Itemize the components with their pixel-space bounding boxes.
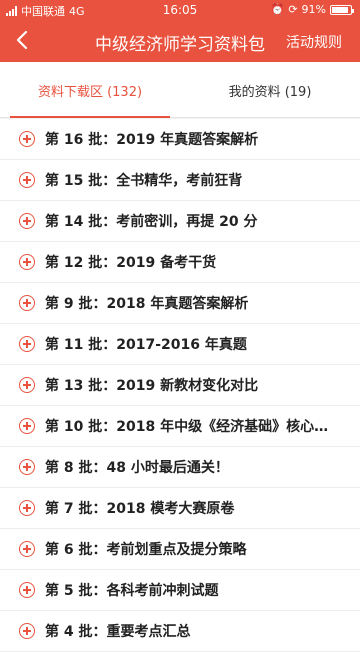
list-item-label: 第 13 批：2019 新教材变化对比 (45, 378, 259, 394)
add-circle-icon[interactable] (19, 459, 35, 475)
battery-fill (332, 6, 348, 13)
add-circle-icon[interactable] (19, 213, 35, 229)
list-item-label: 第 9 批：2018 年真题答案解析 (45, 296, 249, 312)
list-item-label: 第 11 批：2017-2016 年真题 (45, 337, 247, 353)
list-item[interactable]: 第 9 批：2018 年真题答案解析 (0, 283, 360, 324)
list-item[interactable]: 第 12 批：2019 备考干货 (0, 242, 360, 283)
list-item[interactable]: 第 14 批：考前密训，再提 20 分 (0, 201, 360, 242)
battery-percent: 91% (301, 3, 326, 16)
status-bar: 中国联通 4G 16:05 ⏰ ⟳ 91% (0, 0, 360, 20)
add-circle-icon[interactable] (19, 418, 35, 434)
list-item[interactable]: 第 13 批：2019 新教材变化对比 (0, 365, 360, 406)
rules-link[interactable]: 活动规则 (286, 32, 342, 52)
status-right: ⏰ ⟳ 91% (270, 3, 354, 16)
list-item-label: 第 8 批：48 小时最后通关！ (45, 460, 229, 476)
list-item[interactable]: 第 5 批：各科考前冲刺试题 (0, 570, 360, 611)
list-item-label: 第 4 批：重要考点汇总 (45, 624, 191, 640)
list-item-label: 第 7 批：2018 模考大赛原卷 (45, 501, 235, 517)
list-item-label: 第 5 批：各科考前冲刺试题 (45, 583, 219, 599)
list-item[interactable]: 第 7 批：2018 模考大赛原卷 (0, 488, 360, 529)
tab-bar: 资料下载区 (132) 我的资料 (19) (0, 62, 360, 118)
add-circle-icon[interactable] (19, 172, 35, 188)
list-item-label: 第 12 批：2019 备考干货 (45, 255, 217, 271)
list-item[interactable]: 第 15 批：全书精华，考前狂背 (0, 160, 360, 201)
add-circle-icon[interactable] (19, 500, 35, 516)
add-circle-icon[interactable] (19, 541, 35, 557)
add-circle-icon[interactable] (19, 295, 35, 311)
add-circle-icon[interactable] (19, 336, 35, 352)
list-item[interactable]: 第 11 批：2017-2016 年真题 (0, 324, 360, 365)
add-circle-icon[interactable] (19, 254, 35, 270)
battery-icon (330, 4, 354, 15)
add-circle-icon[interactable] (19, 377, 35, 393)
tab-my-materials[interactable]: 我的资料 (19) (180, 62, 360, 118)
materials-list: 第 16 批：2019 年真题答案解析第 15 批：全书精华，考前狂背第 14 … (0, 119, 360, 652)
add-circle-icon[interactable] (19, 623, 35, 639)
chevron-left-icon (16, 30, 28, 50)
list-item-label: 第 10 批：2018 年中级《经济基础》核心… (45, 419, 329, 435)
list-item[interactable]: 第 10 批：2018 年中级《经济基础》核心… (0, 406, 360, 447)
list-item[interactable]: 第 16 批：2019 年真题答案解析 (0, 119, 360, 160)
back-button[interactable] (10, 26, 34, 54)
list-item-label: 第 14 批：考前密训，再提 20 分 (45, 214, 258, 230)
add-circle-icon[interactable] (19, 131, 35, 147)
alarm-icon: ⏰ (270, 3, 285, 16)
tab-download-area[interactable]: 资料下载区 (132) (0, 62, 180, 118)
app-header: 中国联通 4G 16:05 ⏰ ⟳ 91% 中级经济师学习资料包 活动规则 (0, 0, 360, 62)
list-item[interactable]: 第 6 批：考前划重点及提分策略 (0, 529, 360, 570)
list-item[interactable]: 第 4 批：重要考点汇总 (0, 611, 360, 652)
list-item-label: 第 15 批：全书精华，考前狂背 (45, 173, 243, 189)
list-item-label: 第 16 批：2019 年真题答案解析 (45, 132, 259, 148)
rotation-lock-icon: ⟳ (288, 3, 298, 16)
add-circle-icon[interactable] (19, 582, 35, 598)
list-item-label: 第 6 批：考前划重点及提分策略 (45, 542, 247, 558)
list-item[interactable]: 第 8 批：48 小时最后通关！ (0, 447, 360, 488)
